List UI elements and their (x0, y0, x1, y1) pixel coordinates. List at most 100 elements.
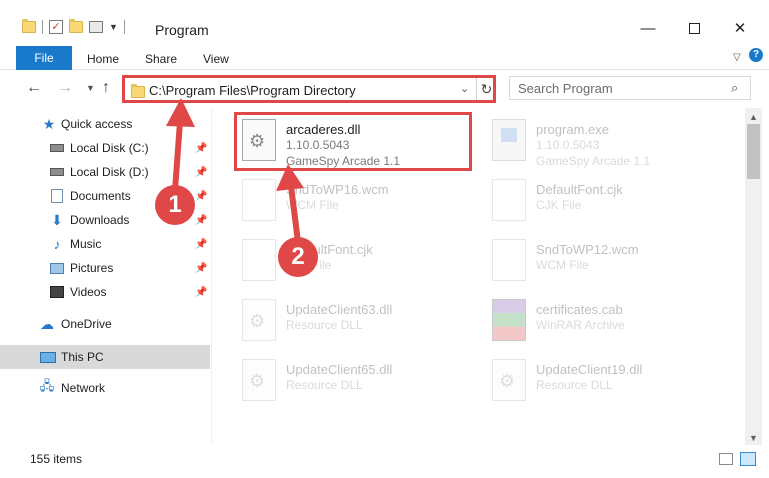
sidebar-item-label: Network (61, 381, 106, 395)
documents-icon (51, 189, 63, 203)
search-placeholder: Search Program (518, 81, 613, 96)
file-item-updateclient63-dll[interactable]: UpdateClient63.dll Resource DLL (238, 294, 478, 348)
file-name: SndToWP16.wcm (286, 182, 389, 197)
scroll-down-chevron-icon[interactable]: ▼ (749, 433, 758, 443)
pin-icon[interactable]: 📌 (195, 287, 207, 298)
vertical-scrollbar[interactable]: ▲ ▼ (745, 108, 762, 445)
customize-toolbar-chevron-icon[interactable]: ▼ (109, 22, 118, 32)
quick-access-toolbar: ✓ ▼ (22, 19, 125, 34)
close-button[interactable]: ✕ (717, 14, 763, 42)
sidebar-item-local-disk-c[interactable]: Local Disk (C:) 📌 (0, 136, 210, 160)
pin-icon[interactable]: 📌 (195, 167, 207, 178)
toolbar-divider (42, 20, 43, 34)
exe-file-icon (492, 119, 526, 161)
dll-file-icon (492, 359, 526, 401)
sidebar-item-label: Downloads (70, 213, 130, 227)
sidebar-item-onedrive[interactable]: ☁ OneDrive (0, 312, 210, 336)
title-bar: ✓ ▼ Program — ✕ (0, 0, 769, 44)
tab-home[interactable]: Home (87, 52, 119, 66)
status-bar: 155 items (0, 445, 769, 478)
file-type: WinRAR Archive (536, 318, 625, 332)
tab-file[interactable]: File (16, 46, 72, 70)
file-name: UpdateClient65.dll (286, 362, 393, 377)
expand-ribbon-chevron-icon[interactable]: ▽ (733, 52, 741, 63)
sidebar-item-label: Pictures (70, 261, 114, 275)
address-bar[interactable]: C:\Program Files\Program Directory ⌄ ↻ (122, 75, 496, 103)
file-item-updateclient65-dll[interactable]: UpdateClient65.dll Resource DLL (238, 354, 478, 408)
generic-file-icon (242, 179, 276, 221)
network-icon: 🖧 (39, 378, 55, 393)
sidebar-item-network[interactable]: 🖧 Network (0, 376, 210, 400)
minimize-button[interactable]: — (625, 14, 671, 42)
file-item-sndtowp16-wcm[interactable]: SndToWP16.wcm WCM File (238, 174, 478, 228)
file-type: WCM File (536, 258, 589, 272)
scroll-up-chevron-icon[interactable]: ▲ (749, 112, 758, 122)
sidebar-item-music[interactable]: ♪ Music 📌 (0, 232, 210, 256)
file-name: program.exe (536, 122, 609, 137)
pin-icon[interactable]: 📌 (195, 263, 207, 274)
address-dropdown-chevron-icon[interactable]: ⌄ (460, 82, 469, 95)
new-folder-icon[interactable] (69, 19, 83, 33)
pictures-icon (50, 262, 64, 274)
cloud-icon: ☁ (40, 315, 54, 332)
file-item-sndtowp12-wcm[interactable]: SndToWP12.wcm WCM File (488, 234, 728, 288)
tab-view[interactable]: View (203, 52, 229, 66)
pin-icon[interactable]: 📌 (195, 215, 207, 226)
sidebar-item-label: Videos (70, 285, 107, 299)
file-type: WCM File (286, 198, 339, 212)
file-name: DefaultFont.cjk (536, 182, 623, 197)
drive-icon (50, 168, 64, 176)
pin-icon[interactable]: 📌 (195, 239, 207, 250)
folder-icon (22, 19, 36, 33)
file-item-certificates-cab[interactable]: certificates.cab WinRAR Archive (488, 294, 728, 348)
pin-icon[interactable]: 📌 (195, 143, 207, 154)
step-badge-1: 1 (155, 185, 195, 225)
item-count: 155 items (30, 452, 83, 466)
search-icon[interactable]: ⌕ (731, 80, 738, 96)
forward-arrow-icon[interactable]: → (57, 79, 73, 97)
generic-file-icon (492, 179, 526, 221)
sidebar-item-quick-access[interactable]: ★ Quick access (0, 112, 210, 136)
file-type: Resource DLL (286, 318, 363, 332)
sidebar-item-label: Local Disk (C:) (70, 141, 149, 155)
properties-check-icon[interactable]: ✓ (49, 20, 63, 34)
file-item-defaultfont-cjk-2[interactable]: DefaultFont.cjk CJK File (238, 234, 478, 288)
window-title: Program (155, 22, 209, 38)
navigation-pane: ★ Quick access Local Disk (C:) 📌 Local D… (0, 108, 212, 445)
computer-icon (40, 351, 56, 363)
file-description: GameSpy Arcade 1.1 (536, 154, 651, 168)
address-path[interactable]: C:\Program Files\Program Directory (149, 83, 356, 98)
details-view-icon[interactable] (719, 453, 733, 465)
large-icons-view-icon[interactable] (740, 452, 756, 466)
sidebar-item-local-disk-d[interactable]: Local Disk (D:) 📌 (0, 160, 210, 184)
sidebar-item-label: This PC (61, 350, 104, 364)
generic-file-icon (492, 239, 526, 281)
sidebar-item-videos[interactable]: Videos 📌 (0, 280, 210, 304)
videos-icon (50, 286, 64, 298)
properties-icon[interactable] (89, 21, 103, 33)
music-icon: ♪ (53, 236, 61, 252)
up-arrow-icon[interactable]: ↑ (102, 79, 110, 97)
file-item-defaultfont-cjk[interactable]: DefaultFont.cjk CJK File (488, 174, 728, 228)
file-item-updateclient19-dll[interactable]: UpdateClient19.dll Resource DLL (488, 354, 728, 408)
back-arrow-icon[interactable]: ← (26, 79, 42, 97)
toolbar-divider (123, 20, 125, 34)
dll-file-icon (242, 359, 276, 401)
file-item-program-exe[interactable]: program.exe 1.10.0.5043 GameSpy Arcade 1… (488, 114, 728, 168)
step-badge-2: 2 (278, 237, 318, 277)
refresh-icon[interactable]: ↻ (476, 78, 496, 100)
file-name: SndToWP12.wcm (536, 242, 639, 257)
recent-locations-chevron-icon[interactable]: ▼ (86, 83, 95, 93)
dll-file-icon (242, 299, 276, 341)
sidebar-item-label: Quick access (61, 117, 133, 131)
tab-share[interactable]: Share (145, 52, 177, 66)
search-input[interactable]: Search Program ⌕ (509, 76, 751, 100)
help-icon[interactable]: ? (749, 48, 763, 62)
scrollbar-thumb[interactable] (747, 124, 760, 179)
sidebar-item-this-pc[interactable]: This PC (0, 345, 210, 369)
sidebar-item-pictures[interactable]: Pictures 📌 (0, 256, 210, 280)
pin-icon[interactable]: 📌 (195, 191, 207, 202)
sidebar-item-label: Local Disk (D:) (70, 165, 149, 179)
folder-icon (131, 84, 145, 98)
maximize-button[interactable] (671, 14, 717, 42)
